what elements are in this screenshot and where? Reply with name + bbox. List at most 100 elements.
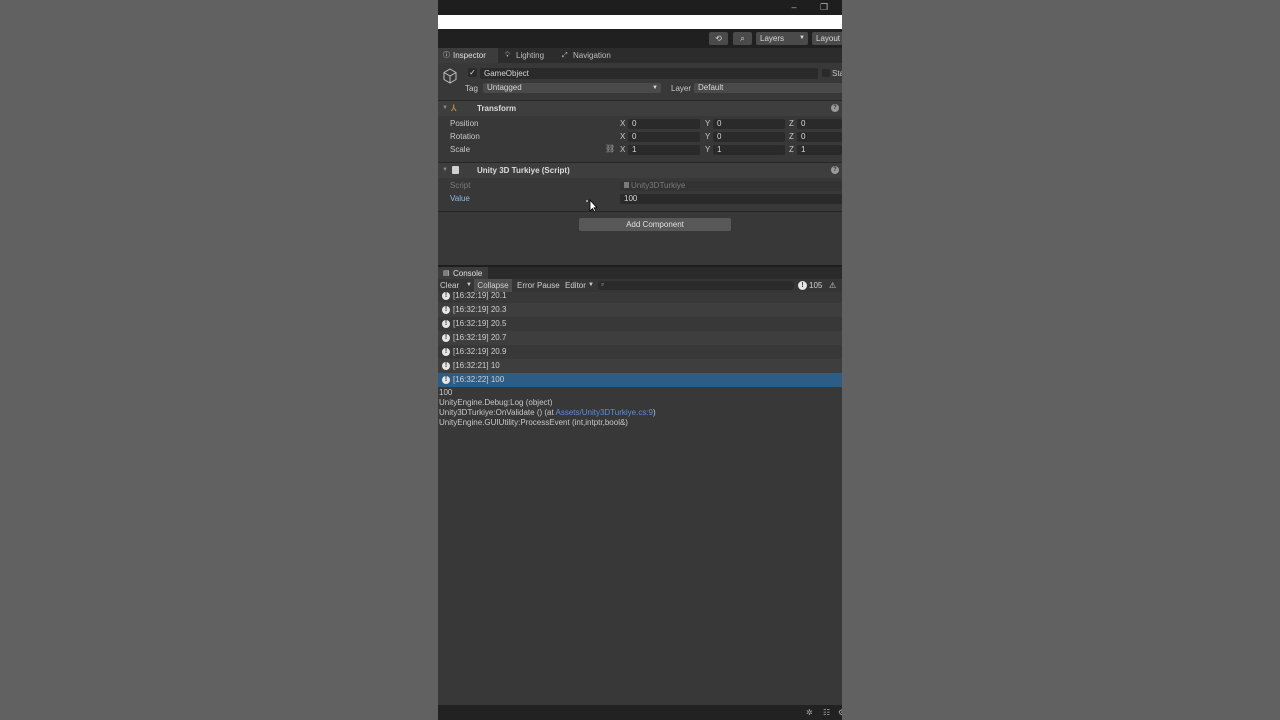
value-field[interactable]: 100 bbox=[620, 194, 842, 204]
script-file-icon bbox=[624, 182, 629, 188]
tab-navigation[interactable]: ⤢ Navigation bbox=[559, 48, 619, 63]
list-item-selected[interactable]: ! [16:32:22] 100 bbox=[438, 373, 842, 387]
clear-button[interactable]: Clear ▼ bbox=[440, 279, 472, 292]
minimize-icon[interactable]: – bbox=[789, 2, 799, 12]
status-bar: ✲ ☷ ⚙ bbox=[438, 705, 842, 720]
chevron-down-icon: ▼ bbox=[652, 85, 658, 91]
fold-arrow-icon[interactable]: ▼ bbox=[442, 101, 448, 116]
restore-icon[interactable]: ❐ bbox=[819, 2, 829, 12]
info-icon: ⓘ bbox=[443, 52, 450, 59]
log-count-toggle[interactable]: ! 105 bbox=[797, 279, 827, 292]
scale-z-value: 1 bbox=[801, 145, 806, 154]
transform-header[interactable]: ▼ ⅄ Transform ? bbox=[438, 100, 842, 116]
position-x-field[interactable]: 0 bbox=[628, 119, 700, 129]
tab-navigation-label: Navigation bbox=[573, 51, 611, 60]
list-item[interactable]: ! [16:32:19] 20.7 bbox=[438, 331, 842, 345]
help-icon[interactable]: ? bbox=[831, 104, 839, 112]
rotation-z-field[interactable]: 0 bbox=[797, 132, 842, 142]
log-time: [16:32:21] bbox=[453, 361, 489, 370]
scale-y-field[interactable]: 1 bbox=[713, 145, 785, 155]
scale-x-value: 1 bbox=[632, 145, 637, 154]
axis-z-label: Z bbox=[789, 119, 794, 128]
log-time: [16:32:19] bbox=[453, 333, 489, 342]
layer-dropdown[interactable]: Default bbox=[694, 83, 842, 93]
tag-label: Tag bbox=[465, 84, 478, 93]
bug-icon[interactable]: ✲ bbox=[806, 708, 813, 717]
value-row: Value 100 bbox=[438, 193, 842, 205]
tab-lighting[interactable]: 💡︎ Lighting bbox=[502, 48, 554, 63]
detail-line: Unity3DTurkiye:OnValidate () (at Assets/… bbox=[439, 408, 656, 418]
list-item[interactable]: ! [16:32:21] 10 bbox=[438, 359, 842, 373]
bulb-icon: 💡︎ bbox=[505, 52, 510, 59]
add-component-label: Add Component bbox=[626, 220, 684, 229]
search-icon[interactable]: ⌕ bbox=[733, 32, 752, 45]
script-label: Script bbox=[450, 181, 471, 190]
tab-inspector[interactable]: ⓘ Inspector bbox=[438, 48, 498, 63]
script-component-header[interactable]: ▼ Unity 3D Turkiye (Script) ? bbox=[438, 162, 842, 178]
detail-line: 100 bbox=[439, 388, 453, 397]
position-row: Position X 0 Y 0 Z 0 bbox=[438, 118, 842, 130]
active-checkbox[interactable]: ✓ bbox=[468, 68, 477, 77]
layers-dropdown[interactable]: Layers ▼ bbox=[756, 32, 808, 45]
log-time: [16:32:19] bbox=[453, 292, 489, 300]
position-y-value: 0 bbox=[717, 119, 722, 128]
warning-icon: ⚠ bbox=[829, 281, 837, 290]
position-z-field[interactable]: 0 bbox=[797, 119, 842, 129]
editor-label: Editor bbox=[565, 281, 586, 290]
script-value: Unity3DTurkiye bbox=[631, 181, 686, 190]
detail-text: Unity3DTurkiye:OnValidate () (at bbox=[439, 408, 556, 417]
detail-line: UnityEngine.GUIUtility:ProcessEvent (int… bbox=[439, 418, 628, 427]
rotation-y-field[interactable]: 0 bbox=[713, 132, 785, 142]
help-icon[interactable]: ? bbox=[831, 166, 839, 174]
scale-row: Scale ⛓ X 1 Y 1 Z 1 bbox=[438, 144, 842, 156]
rotation-x-field[interactable]: 0 bbox=[628, 132, 700, 142]
axis-z-label: Z bbox=[789, 145, 794, 154]
error-pause-toggle[interactable]: Error Pause bbox=[517, 279, 563, 292]
list-item[interactable]: ! [16:32:19] 20.9 bbox=[438, 345, 842, 359]
position-x-value: 0 bbox=[632, 119, 637, 128]
log-count: 105 bbox=[809, 281, 823, 290]
position-y-field[interactable]: 0 bbox=[713, 119, 785, 129]
list-item[interactable]: ! [16:32:19] 20.3 bbox=[438, 303, 842, 317]
log-time: [16:32:22] bbox=[453, 375, 489, 384]
chevron-down-icon: ▼ bbox=[799, 35, 805, 41]
log-time: [16:32:19] bbox=[453, 319, 489, 328]
database-icon[interactable]: ☷ bbox=[823, 708, 830, 717]
warning-count-toggle[interactable]: ⚠ bbox=[829, 279, 842, 292]
static-checkbox[interactable] bbox=[822, 69, 830, 77]
layer-value: Default bbox=[698, 83, 724, 92]
unity-editor-window: – ❐ ⟲ ⌕ Layers ▼ Layout ⓘ Inspector 💡︎ L… bbox=[438, 0, 842, 720]
editor-dropdown[interactable]: Editor ▼ bbox=[565, 279, 597, 292]
settings-icon[interactable]: ⚙ bbox=[838, 708, 842, 717]
fold-arrow-icon[interactable]: ▼ bbox=[442, 163, 448, 178]
scale-z-field[interactable]: 1 bbox=[797, 145, 842, 155]
gameobject-name: GameObject bbox=[484, 69, 529, 78]
script-field: Unity3DTurkiye bbox=[620, 181, 842, 191]
layer-label: Layer bbox=[671, 84, 692, 93]
list-item[interactable]: ! [16:32:19] 20.5 bbox=[438, 317, 842, 331]
list-item[interactable]: ! [16:32:19] 20.1 bbox=[438, 292, 842, 303]
white-strip bbox=[438, 15, 842, 29]
rotation-z-value: 0 bbox=[801, 132, 806, 141]
info-log-icon: ! bbox=[442, 334, 450, 342]
add-component-button[interactable]: Add Component bbox=[579, 218, 731, 231]
tag-dropdown[interactable]: Untagged ▼ bbox=[483, 83, 661, 93]
axis-y-label: Y bbox=[705, 145, 711, 154]
clear-label: Clear bbox=[440, 281, 460, 290]
info-log-icon: ! bbox=[442, 320, 450, 328]
console-search-input[interactable]: ⌕ bbox=[598, 281, 794, 290]
info-log-icon: ! bbox=[442, 362, 450, 370]
log-message: 20.9 bbox=[490, 347, 507, 356]
collapse-label: Collapse bbox=[477, 281, 509, 290]
top-toolbar: ⟲ ⌕ Layers ▼ Layout bbox=[438, 29, 842, 48]
source-link[interactable]: Assets/Unity3DTurkiye.cs:9 bbox=[555, 408, 653, 417]
script-icon bbox=[452, 166, 459, 174]
collapse-toggle[interactable]: Collapse bbox=[474, 279, 512, 292]
layout-dropdown[interactable]: Layout bbox=[812, 32, 842, 45]
console-log-list: ! [16:32:19] 20.1 ! [16:32:19] 20.3 ! [1… bbox=[438, 292, 842, 388]
link-icon[interactable]: ⛓ bbox=[605, 144, 615, 153]
gameobject-name-field[interactable]: GameObject bbox=[480, 68, 818, 79]
info-log-icon: ! bbox=[442, 306, 450, 314]
history-icon[interactable]: ⟲ bbox=[709, 32, 728, 45]
scale-x-field[interactable]: 1 bbox=[628, 145, 700, 155]
